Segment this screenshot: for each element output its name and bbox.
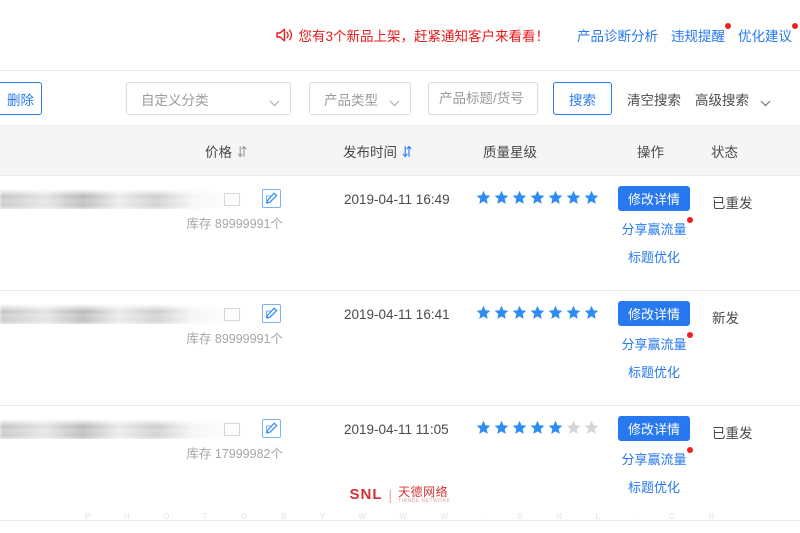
column-header-price-label: 价格 — [205, 145, 232, 160]
column-header-status-label: 状态 — [711, 145, 738, 160]
table-row: 库存 89999991个 2019-04-11 16:49 修改详情分享赢流量标题优… — [0, 176, 800, 291]
quality-star-rating — [476, 420, 599, 435]
price-placeholder-box — [224, 308, 240, 321]
link-violation-alert-label: 违规提醒 — [671, 29, 725, 44]
link-optimization-advice-label: 优化建议 — [738, 29, 792, 44]
row-operations: 修改详情分享赢流量标题优化 — [618, 186, 708, 267]
share-traffic-link[interactable]: 分享赢流量 — [621, 332, 693, 353]
speaker-icon — [275, 26, 293, 44]
delete-button[interactable]: 删除 — [0, 82, 42, 115]
table-header-row: 价格 发布时间 质量星级 操作 状态 — [0, 126, 800, 176]
title-optimization-link[interactable]: 标题优化 — [628, 247, 680, 266]
title-optimization-link[interactable]: 标题优化 — [628, 477, 680, 496]
column-header-publish-time[interactable]: 发布时间 — [343, 126, 412, 176]
filter-toolbar: 删除 自定义分类 产品类型 搜索 清空搜索 高级搜索 — [0, 70, 800, 126]
sort-both-icon[interactable] — [402, 145, 412, 158]
category-select-value: 自定义分类 — [141, 92, 209, 108]
column-header-operations: 操作 — [637, 126, 664, 176]
share-traffic-badge-dot — [686, 332, 693, 338]
link-violation-alert[interactable]: 违规提醒 — [671, 23, 731, 45]
row-operations: 修改详情分享赢流量标题优化 — [618, 416, 708, 497]
share-traffic-badge-dot — [686, 447, 693, 453]
product-list-page: 您有3个新品上架，赶紧通知客户来看看！ 产品诊断分析 违规提醒 优化建议 删除 — [0, 0, 800, 533]
edit-pencil-icon[interactable] — [262, 189, 281, 208]
category-select[interactable]: 自定义分类 — [126, 82, 291, 115]
edit-pencil-icon[interactable] — [262, 419, 281, 438]
chevron-down-icon — [389, 95, 400, 107]
product-publish-time: 2019-04-11 11:05 — [344, 422, 449, 437]
link-optimization-advice[interactable]: 优化建议 — [738, 23, 798, 45]
modify-details-button[interactable]: 修改详情 — [618, 301, 690, 326]
clear-search-link[interactable]: 清空搜索 — [627, 89, 681, 109]
share-traffic-link[interactable]: 分享赢流量 — [621, 447, 693, 468]
keyword-search-input[interactable] — [428, 82, 538, 115]
modify-details-button[interactable]: 修改详情 — [618, 186, 690, 211]
notice-inner: 您有3个新品上架，赶紧通知客户来看看！ 产品诊断分析 违规提醒 优化建议 — [275, 23, 798, 45]
product-status: 新发 — [712, 311, 739, 326]
price-placeholder-box — [224, 423, 240, 436]
column-header-price[interactable]: 价格 — [205, 126, 247, 176]
product-type-select-value: 产品类型 — [324, 92, 378, 108]
share-traffic-badge-dot — [686, 217, 693, 223]
modify-details-button[interactable]: 修改详情 — [618, 416, 690, 441]
quality-star-rating — [476, 190, 599, 205]
product-status: 已重发 — [712, 196, 753, 211]
share-traffic-link[interactable]: 分享赢流量 — [621, 217, 693, 238]
product-stock-label: 库存 89999991个 — [186, 332, 283, 346]
product-status: 已重发 — [712, 426, 753, 441]
product-publish-time: 2019-04-11 16:49 — [344, 192, 450, 207]
row-operations: 修改详情分享赢流量标题优化 — [618, 301, 708, 382]
column-header-status: 状态 — [711, 126, 738, 176]
link-product-diagnosis[interactable]: 产品诊断分析 — [577, 25, 658, 45]
column-header-quality-stars: 质量星级 — [483, 126, 537, 176]
optimization-advice-badge-dot — [792, 23, 798, 29]
product-type-select[interactable]: 产品类型 — [309, 82, 411, 115]
chevron-down-icon — [269, 95, 280, 107]
advanced-search-toggle[interactable]: 高级搜索 — [695, 89, 771, 109]
edit-pencil-icon[interactable] — [262, 304, 281, 323]
column-header-quality-stars-label: 质量星级 — [483, 145, 537, 160]
product-publish-time: 2019-04-11 16:41 — [344, 307, 450, 322]
title-optimization-link[interactable]: 标题优化 — [628, 362, 680, 381]
product-price-redacted — [0, 304, 252, 324]
filter-fields: 自定义分类 产品类型 搜索 清空搜索 高级搜索 — [126, 82, 771, 115]
link-product-diagnosis-label: 产品诊断分析 — [577, 29, 658, 44]
product-price-redacted — [0, 419, 252, 439]
violation-alert-badge-dot — [725, 23, 731, 29]
product-stock-label: 库存 89999991个 — [186, 217, 283, 231]
product-stock-label: 库存 17999982个 — [186, 447, 283, 461]
column-header-publish-time-label: 发布时间 — [343, 145, 397, 160]
delete-button-label: 删除 — [7, 92, 34, 108]
advanced-search-label: 高级搜索 — [695, 92, 749, 108]
notice-text: 您有3个新品上架，赶紧通知客户来看看！ — [298, 29, 549, 44]
sort-both-icon[interactable] — [237, 145, 247, 158]
table-row: 库存 17999982个 2019-04-11 11:05 修改详情分享赢流量标题优… — [0, 406, 800, 521]
quality-star-rating — [476, 305, 599, 320]
price-placeholder-box — [224, 193, 240, 206]
search-button[interactable]: 搜索 — [553, 82, 612, 115]
column-header-operations-label: 操作 — [637, 145, 664, 160]
notice-bar: 您有3个新品上架，赶紧通知客户来看看！ 产品诊断分析 违规提醒 优化建议 — [0, 0, 800, 70]
chevron-down-icon — [760, 95, 771, 107]
product-price-redacted — [0, 189, 252, 209]
table-row: 库存 89999991个 2019-04-11 16:41 修改详情分享赢流量标题优… — [0, 291, 800, 406]
notice-links: 产品诊断分析 违规提醒 优化建议 — [577, 23, 798, 45]
search-button-label: 搜索 — [569, 92, 596, 108]
